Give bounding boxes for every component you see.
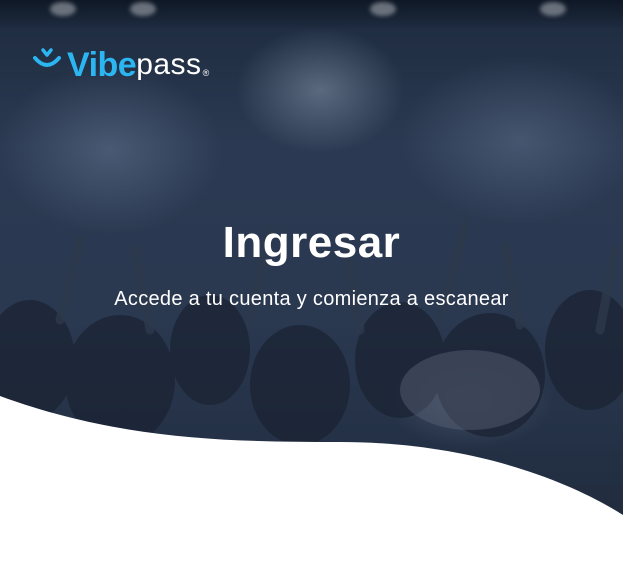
hero-banner: Vibe pass ® Ingresar Accede a tu cuenta … xyxy=(0,0,623,582)
stage-light xyxy=(370,2,396,16)
brand-logo[interactable]: Vibe pass ® xyxy=(33,42,209,82)
page-subtitle: Accede a tu cuenta y comienza a escanear xyxy=(114,288,509,310)
stage-light xyxy=(540,2,566,16)
stage-light xyxy=(50,2,76,16)
registered-mark: ® xyxy=(202,68,210,78)
checkmark-badge-icon xyxy=(33,48,61,67)
brand-name-secondary: pass xyxy=(136,48,202,81)
stage-light xyxy=(130,2,156,16)
stage-lights xyxy=(0,0,623,30)
brand-name-primary: Vibe xyxy=(67,46,137,84)
wave-divider xyxy=(0,396,623,582)
page-title: Ingresar xyxy=(222,218,401,267)
